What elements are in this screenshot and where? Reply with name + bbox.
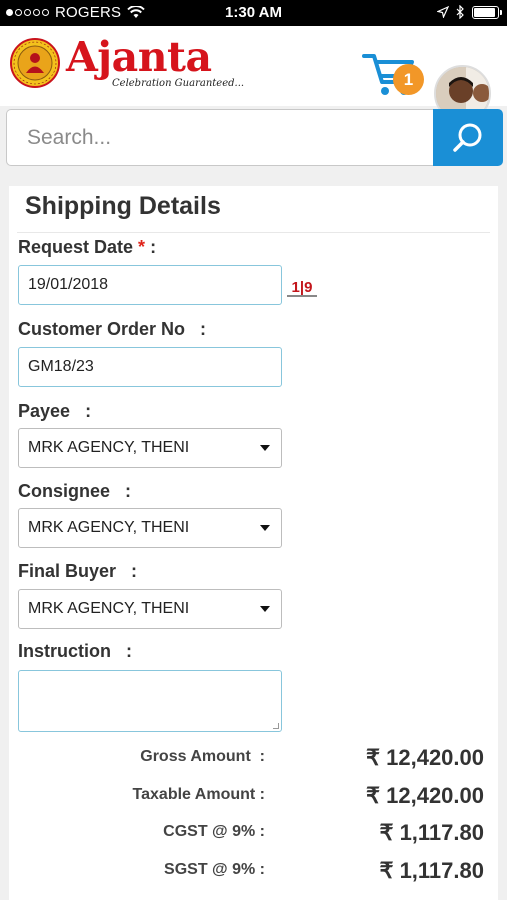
calendar-icon[interactable]: 1|9 bbox=[286, 273, 318, 299]
battery-icon bbox=[472, 5, 502, 19]
request-date-label: Request Date * : bbox=[18, 237, 157, 257]
request-date-field[interactable]: 19/01/2018 bbox=[18, 265, 282, 305]
payee-select[interactable]: MRK AGENCY, THENI bbox=[18, 428, 282, 468]
gross-amount-value: ₹ 12,420.00 bbox=[366, 745, 484, 770]
status-right bbox=[437, 5, 502, 19]
cgst-label: CGST @ 9% : bbox=[163, 823, 265, 840]
search-button[interactable] bbox=[433, 109, 503, 166]
chevron-down-icon bbox=[260, 606, 270, 612]
taxable-amount-value: ₹ 12,420.00 bbox=[366, 783, 484, 808]
customer-order-field[interactable]: GM18/23 bbox=[18, 347, 282, 387]
final-buyer-label: Final Buyer : bbox=[18, 561, 138, 581]
app-header: Ajanta Celebration Guaranteed... 1 bbox=[0, 26, 507, 122]
sgst-label: SGST @ 9% : bbox=[164, 861, 265, 878]
brand-tagline: Celebration Guaranteed... bbox=[112, 78, 245, 89]
required-marker: * bbox=[138, 237, 146, 257]
search-bar bbox=[6, 109, 503, 166]
cgst-value: ₹ 1,117.80 bbox=[379, 820, 484, 845]
search-icon bbox=[453, 123, 482, 152]
gross-amount-label: Gross Amount : bbox=[140, 748, 265, 765]
brand-name: Ajanta bbox=[66, 33, 212, 81]
section-title: Shipping Details bbox=[25, 192, 221, 220]
instruction-textarea[interactable] bbox=[18, 670, 282, 732]
final-buyer-select[interactable]: MRK AGENCY, THENI bbox=[18, 589, 282, 629]
location-arrow-icon bbox=[437, 6, 449, 18]
resize-grip-icon[interactable] bbox=[273, 723, 279, 729]
instruction-label: Instruction : bbox=[18, 641, 133, 661]
taxable-amount-label: Taxable Amount : bbox=[132, 786, 265, 803]
consignee-select[interactable]: MRK AGENCY, THENI bbox=[18, 508, 282, 548]
consignee-label: Consignee : bbox=[18, 481, 132, 501]
customer-order-label: Customer Order No : bbox=[18, 319, 207, 339]
search-input[interactable] bbox=[6, 109, 434, 166]
status-bar: ROGERS 1:30 AM bbox=[0, 0, 507, 26]
shipping-details-card: Shipping Details Request Date * : 19/01/… bbox=[9, 186, 498, 900]
chevron-down-icon bbox=[260, 445, 270, 451]
calendar-icon-text: 1|9 bbox=[292, 279, 313, 296]
ajanta-seal-logo[interactable] bbox=[10, 38, 60, 88]
chevron-down-icon bbox=[260, 525, 270, 531]
status-time: 1:30 AM bbox=[225, 4, 282, 21]
bluetooth-icon bbox=[456, 5, 464, 19]
title-divider bbox=[17, 232, 490, 233]
cart-count-badge[interactable]: 1 bbox=[393, 64, 424, 95]
payee-label: Payee : bbox=[18, 401, 92, 421]
sgst-value: ₹ 1,117.80 bbox=[379, 858, 484, 883]
